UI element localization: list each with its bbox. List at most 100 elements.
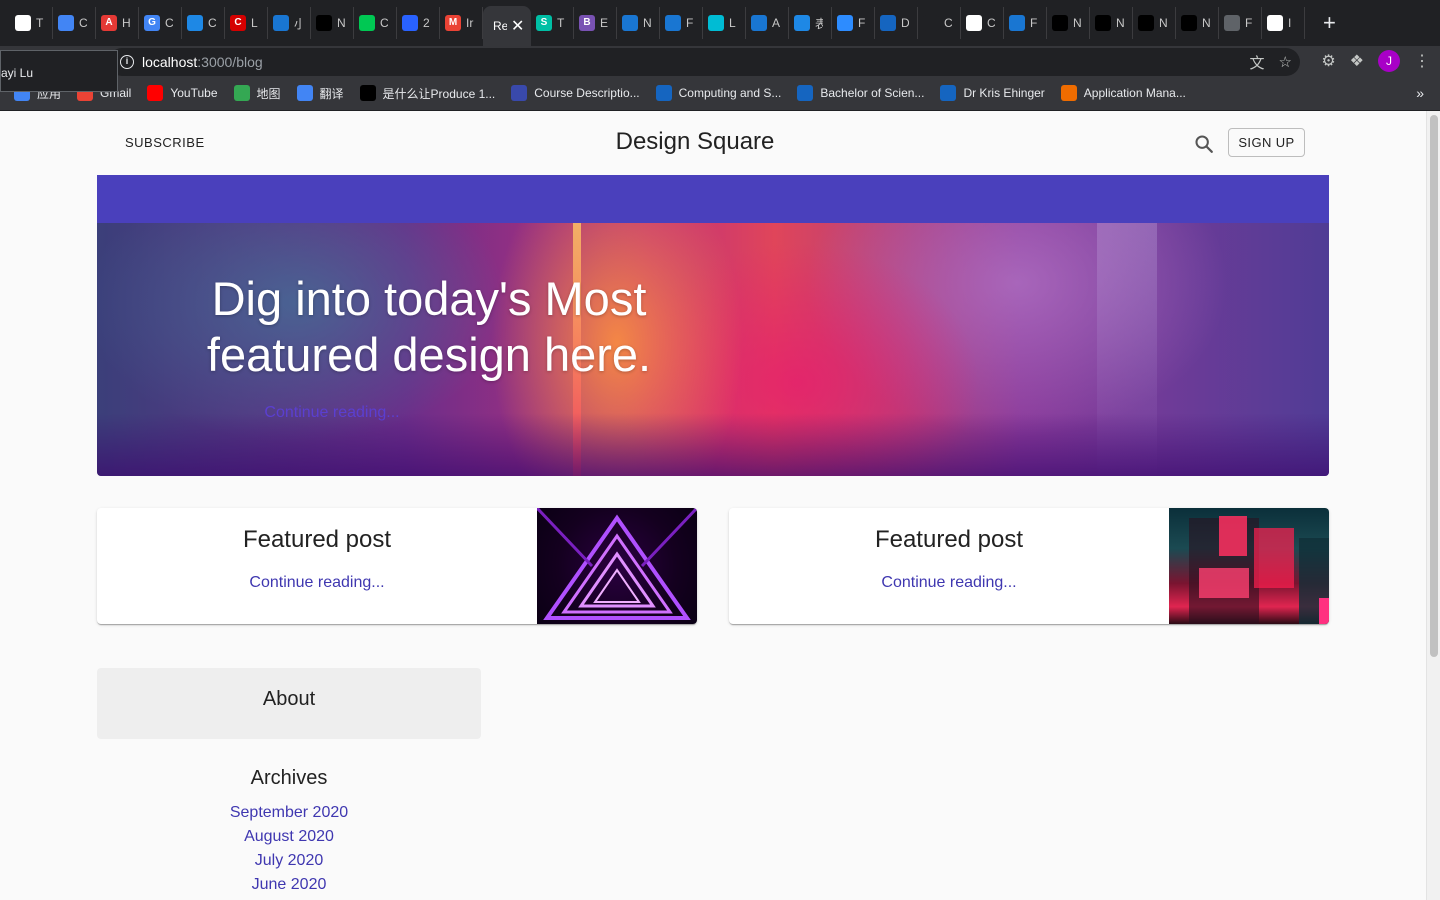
browser-tab[interactable]: C [354, 7, 397, 39]
bookmark-favicon-icon [147, 85, 164, 101]
gear-favicon-icon [58, 15, 74, 31]
close-tab-icon[interactable]: ✕ [511, 16, 524, 36]
browser-tab[interactable]: N [1090, 7, 1133, 39]
archive-link[interactable]: September 2020 [97, 804, 481, 822]
bookmark-star-icon[interactable]: ☆ [1279, 53, 1292, 71]
bookmark-item[interactable]: 翻译 [296, 85, 344, 102]
archive-link[interactable]: July 2020 [97, 852, 481, 870]
bookmark-label: YouTube [170, 86, 218, 100]
browser-tab[interactable]: N [1047, 7, 1090, 39]
tab-label: C [165, 16, 173, 30]
browser-tab[interactable]: I [1262, 7, 1305, 39]
browser-tab[interactable]: D [875, 7, 918, 39]
bookmark-item[interactable]: Application Mana... [1060, 85, 1186, 101]
browser-tab[interactable]: N [617, 7, 660, 39]
browser-tab[interactable]: AH [96, 7, 139, 39]
tab-label: 2 [423, 16, 430, 30]
medium-favicon-icon [1181, 15, 1197, 31]
tab-label: D [901, 16, 909, 30]
tab-label: 小 [294, 15, 302, 32]
url-text[interactable]: localhost:3000/blog [142, 54, 263, 70]
tab-label: F [1030, 16, 1038, 30]
tab-label: A [772, 16, 780, 30]
new-tab-icon[interactable]: + [1323, 10, 1336, 36]
browser-tab[interactable]: 2 [397, 7, 440, 39]
tab-label: N [643, 16, 651, 30]
tab-label: L [729, 16, 736, 30]
medium-favicon-icon [316, 15, 332, 31]
medium-favicon-icon [1138, 15, 1154, 31]
archive-link[interactable]: June 2020 [97, 876, 481, 894]
browser-tab[interactable]: M Ir [440, 7, 483, 39]
react-favicon-icon [708, 15, 724, 31]
browser-tab[interactable]: F [1004, 7, 1047, 39]
continue-reading-link[interactable]: Continue reading... [729, 574, 1169, 592]
browser-tab[interactable]: C [961, 7, 1004, 39]
site-info-icon[interactable]: i [120, 55, 134, 69]
tab-label: H [122, 16, 130, 30]
browser-tab[interactable]: GC [139, 7, 182, 39]
archive-link[interactable]: August 2020 [97, 828, 481, 846]
scrollbar-thumb[interactable] [1430, 115, 1438, 657]
globe-favicon-icon [1224, 15, 1240, 31]
browser-tab[interactable]: BE [574, 7, 617, 39]
chrome-menu-icon[interactable]: ⋮ [1414, 51, 1430, 71]
mui-favicon-icon [665, 15, 681, 31]
hero-overlay [97, 413, 1329, 476]
browser-tab[interactable]: A [746, 7, 789, 39]
tab-label: N [1202, 16, 1210, 30]
browser-tab[interactable]: ST [531, 7, 574, 39]
tab-label: 表 [815, 15, 823, 32]
browser-tab[interactable]: N [1133, 7, 1176, 39]
translate-icon[interactable]: 文 [1250, 52, 1265, 73]
browser-tab[interactable]: 小 [268, 7, 311, 39]
bookmark-item[interactable]: Course Descriptio... [511, 85, 640, 101]
bookmark-favicon-icon [296, 85, 313, 101]
bookmark-item[interactable]: YouTube [147, 85, 218, 101]
bookmark-favicon-icon [1060, 85, 1077, 101]
profile-avatar[interactable]: J [1378, 50, 1400, 72]
featured-post-card[interactable]: Featured post Continue reading... [729, 508, 1329, 624]
featured-post-card[interactable]: Featured post Continue reading... [97, 508, 697, 624]
browser-tab[interactable]: F [1219, 7, 1262, 39]
bookmark-label: Dr Kris Ehinger [963, 86, 1045, 100]
search-icon[interactable] [1193, 133, 1215, 155]
tab-label: E [600, 16, 608, 30]
featured-post-image [1169, 508, 1329, 624]
sign-up-button[interactable]: SIGN UP [1228, 128, 1305, 157]
hero-continue-reading-link[interactable]: Continue reading... [82, 404, 582, 422]
browser-tab[interactable]: 表 [789, 7, 832, 39]
browser-tab[interactable]: C [918, 7, 961, 39]
bookmark-item[interactable]: Bachelor of Scien... [797, 85, 924, 101]
browser-tab[interactable]: T [10, 7, 53, 39]
chart-favicon-icon [794, 15, 810, 31]
B-favicon-icon: B [579, 15, 595, 31]
browser-tab[interactable]: F [832, 7, 875, 39]
bookmarks-overflow-icon[interactable]: » [1416, 85, 1424, 101]
leaf-favicon-icon [359, 15, 375, 31]
tab-label: F [1245, 16, 1253, 30]
puzzle-icon[interactable]: ❖ [1350, 51, 1364, 71]
bookmark-item[interactable]: Computing and S... [655, 85, 781, 101]
continue-reading-link[interactable]: Continue reading... [97, 574, 537, 592]
browser-tab-active[interactable]: Re ✕ [483, 6, 531, 46]
browser-tab[interactable]: CL [225, 7, 268, 39]
featured-post-title: Featured post [242, 526, 392, 553]
bookmark-item[interactable]: 是什么让Produce 1... [359, 85, 495, 102]
tab-label: N [1159, 16, 1167, 30]
tab-label: N [1073, 16, 1081, 30]
browser-tab[interactable]: N [311, 7, 354, 39]
bookmark-item[interactable]: 地图 [233, 85, 281, 102]
bookmark-item[interactable]: Dr Kris Ehinger [940, 85, 1045, 101]
page-scrollbar[interactable] [1426, 111, 1440, 900]
url-field[interactable]: i localhost:3000/blog 文 ☆ [108, 48, 1300, 76]
tab-label: C [987, 16, 995, 30]
browser-tab[interactable]: C [182, 7, 225, 39]
browser-tab[interactable]: N [1176, 7, 1219, 39]
browser-tab[interactable]: L [703, 7, 746, 39]
extension-icon[interactable]: ⚙ [1321, 51, 1335, 71]
hero-title-line: Dig into today's Most [211, 272, 647, 325]
site-header: SUBSCRIBE Design Square SIGN UP [97, 111, 1329, 175]
browser-tab[interactable]: F [660, 7, 703, 39]
browser-tab[interactable]: C [53, 7, 96, 39]
